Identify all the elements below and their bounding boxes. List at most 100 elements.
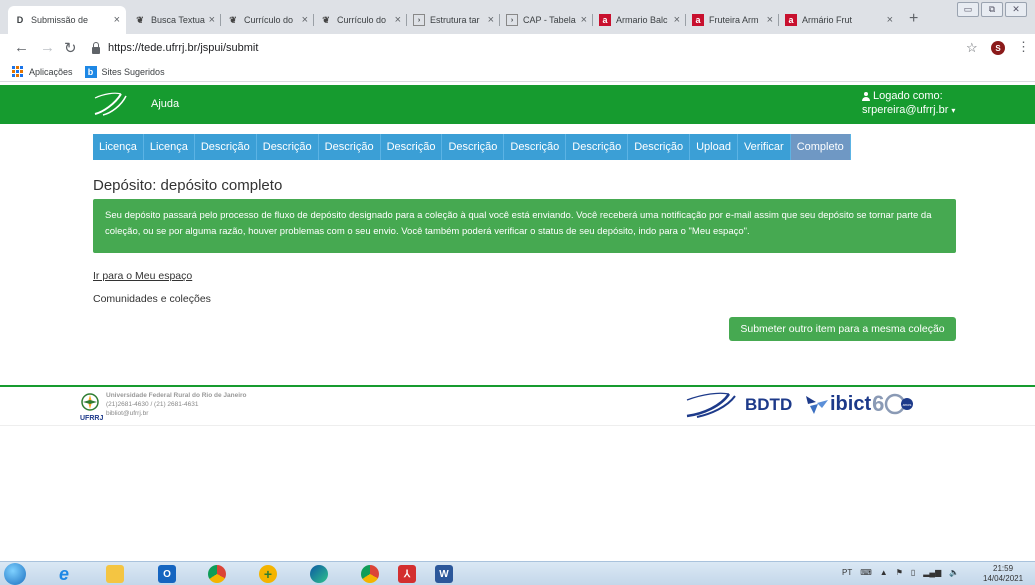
step-1[interactable]: Licença <box>93 134 144 160</box>
university-email: bibliot@ufrrj.br <box>106 410 149 417</box>
browser-tab-strip: D Submissão de × ❦ Busca Textual × ❦ Cur… <box>0 0 1035 34</box>
chrome-profile-icon <box>361 565 379 583</box>
close-tab-icon[interactable]: × <box>767 14 773 26</box>
university-info: Universidade Federal Rural do Rio de Jan… <box>106 391 247 418</box>
page-favicon-icon: › <box>506 14 518 26</box>
bookmarks-bar: Aplicações b Sites Sugeridos <box>0 62 1035 82</box>
tab-fruteira[interactable]: a Fruteira Arm × <box>686 6 779 34</box>
close-tab-icon[interactable]: × <box>209 14 215 26</box>
bookmark-sites-sugeridos[interactable]: b Sites Sugeridos <box>84 65 165 78</box>
taskbar-edge[interactable] <box>299 563 339 585</box>
keyboard-icon[interactable]: ⌨ <box>860 568 872 577</box>
step-2[interactable]: Licença <box>143 134 195 160</box>
menu-kebab-icon[interactable]: ⋮ <box>1017 39 1030 55</box>
reload-icon[interactable]: ↻ <box>64 39 77 57</box>
step-13[interactable]: Completo <box>790 134 851 160</box>
close-tab-icon[interactable]: × <box>114 14 120 26</box>
logged-label: Logado como: <box>873 90 943 102</box>
close-tab-icon[interactable]: × <box>674 14 680 26</box>
ibict-star-icon <box>806 396 828 414</box>
step-5[interactable]: Descrição <box>318 134 381 160</box>
back-arrow-icon[interactable]: ← <box>14 39 29 56</box>
tab-armario-frut[interactable]: a Armário Frut × <box>779 6 899 34</box>
bookmark-apps[interactable]: Aplicações <box>12 66 73 77</box>
folder-icon <box>106 565 124 583</box>
store-favicon-icon: a <box>599 14 611 26</box>
tab-armario-balc[interactable]: a Armario Balc × <box>593 6 686 34</box>
dspace-favicon-icon: D <box>16 15 24 25</box>
caret-down-icon: ▾ <box>951 106 956 115</box>
step-3[interactable]: Descrição <box>194 134 257 160</box>
flag-icon[interactable]: ⚑ <box>896 568 903 577</box>
help-link[interactable]: Ajuda <box>151 98 179 110</box>
tray-expand-icon[interactable]: ▲ <box>880 568 888 577</box>
close-tab-icon[interactable]: × <box>488 14 494 26</box>
bookmark-label: Sites Sugeridos <box>101 66 165 77</box>
clock-date: 14/04/2021 <box>983 574 1024 583</box>
screen: D Submissão de × ❦ Busca Textual × ❦ Cur… <box>0 0 1035 585</box>
signal-icon[interactable]: ▂▄▆ <box>923 568 941 577</box>
close-tab-icon[interactable]: × <box>581 14 587 26</box>
word-icon: W <box>435 565 453 583</box>
dspace-logo-icon[interactable] <box>93 90 129 118</box>
store-favicon-icon: a <box>692 14 704 26</box>
profile-avatar[interactable]: S <box>991 41 1005 55</box>
url-text: https://tede.ufrrj.br/jspui/submit <box>108 42 259 54</box>
close-tab-icon[interactable]: × <box>302 14 308 26</box>
step-6[interactable]: Descrição <box>380 134 443 160</box>
university-name: Universidade Federal Rural do Rio de Jan… <box>106 392 247 399</box>
close-window-icon[interactable]: ✕ <box>1005 2 1027 17</box>
language-indicator[interactable]: PT <box>842 568 852 577</box>
user-menu[interactable]: Logado como: srpereira@ufrrj.br ▾ <box>862 89 955 118</box>
submit-another-button[interactable]: Submeter outro item para a mesma coleção <box>729 317 956 341</box>
clock-time: 21:59 <box>993 564 1014 573</box>
tab-curriculo-1[interactable]: ❦ Currículo do × <box>221 6 314 34</box>
taskbar-explorer[interactable] <box>95 563 135 585</box>
forward-arrow-icon[interactable]: → <box>40 39 55 56</box>
address-bar[interactable]: https://tede.ufrrj.br/jspui/submit <box>92 38 942 58</box>
step-9[interactable]: Descrição <box>566 134 629 160</box>
volume-icon[interactable]: 🔈 <box>949 568 959 577</box>
tab-estrutura[interactable]: › Estrutura tar × <box>407 6 500 34</box>
taskbar-chrome[interactable] <box>197 563 237 585</box>
taskbar-word[interactable]: W <box>424 563 464 585</box>
taskbar-chrome-profile[interactable] <box>350 563 390 585</box>
bookmark-star-icon[interactable]: ☆ <box>966 40 978 56</box>
start-button-icon[interactable] <box>4 563 26 585</box>
new-tab-button[interactable]: + <box>909 10 918 28</box>
tab-title: Armario Balc <box>616 15 668 25</box>
taskbar-ie[interactable]: e <box>44 563 84 585</box>
step-12[interactable]: Verificar <box>737 134 791 160</box>
ibict-logo[interactable]: ibict 6 anos <box>804 391 914 417</box>
step-4[interactable]: Descrição <box>256 134 319 160</box>
window-controls: ▭ ⧉ ✕ <box>957 2 1027 17</box>
tab-cap-tabela[interactable]: › CAP - Tabela × <box>500 6 593 34</box>
tab-curriculo-2[interactable]: ❦ Currículo do × <box>314 6 407 34</box>
bdtd-logo[interactable]: BDTD <box>683 390 792 420</box>
browser-toolbar: ← → ↻ https://tede.ufrrj.br/jspui/submit… <box>0 34 1035 62</box>
tab-title: Estrutura tar <box>430 15 480 25</box>
step-10[interactable]: Descrição <box>628 134 691 160</box>
page-title: Depósito: depósito completo <box>93 177 283 194</box>
bookmark-label: Aplicações <box>29 66 73 77</box>
system-clock[interactable]: 21:59 14/04/2021 <box>983 564 1023 584</box>
taskbar-acrobat[interactable]: ⅄ <box>387 563 427 585</box>
taskbar-app-plus[interactable]: + <box>248 563 288 585</box>
tab-title: Armário Frut <box>802 15 853 25</box>
communities-link[interactable]: Comunidades e coleções <box>93 293 211 305</box>
tab-title: Busca Textual <box>151 15 205 25</box>
step-7[interactable]: Descrição <box>442 134 505 160</box>
taskbar-outlook[interactable]: O <box>147 563 187 585</box>
my-space-link[interactable]: Ir para o Meu espaço <box>93 270 192 282</box>
university-phone: (21)2681-4630 / (21) 2681-4631 <box>106 401 199 408</box>
minimize-icon[interactable]: ▭ <box>957 2 979 17</box>
battery-icon[interactable]: ▯ <box>911 568 915 577</box>
step-8[interactable]: Descrição <box>504 134 567 160</box>
bdtd-swoosh-icon <box>686 392 736 418</box>
maximize-icon[interactable]: ⧉ <box>981 2 1003 17</box>
close-tab-icon[interactable]: × <box>887 14 893 26</box>
tab-submissao[interactable]: D Submissão de × <box>8 6 126 34</box>
close-tab-icon[interactable]: × <box>395 14 401 26</box>
tab-busca-textual[interactable]: ❦ Busca Textual × <box>128 6 221 34</box>
step-11[interactable]: Upload <box>690 134 738 160</box>
